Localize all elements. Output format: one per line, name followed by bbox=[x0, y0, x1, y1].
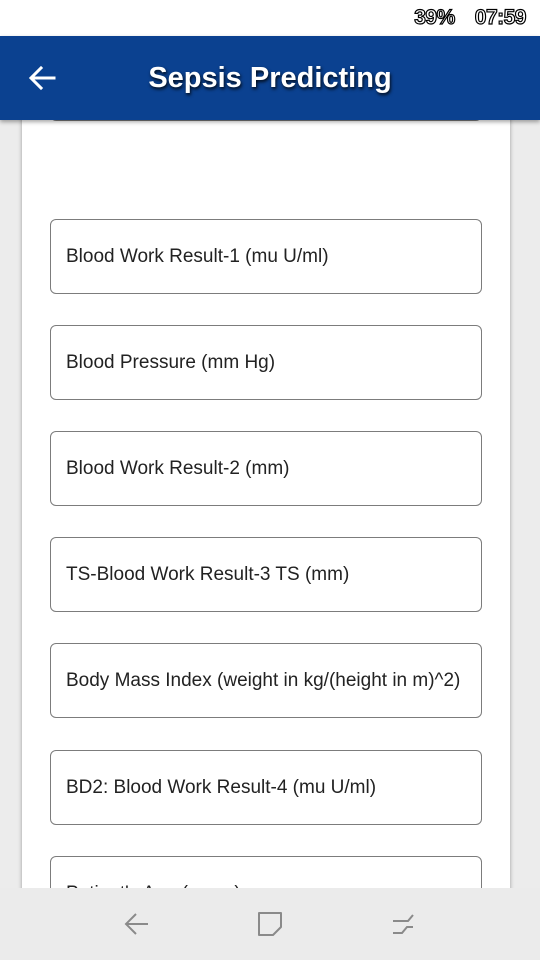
blood-work-2-input[interactable] bbox=[66, 457, 481, 480]
plasma-glucose-field[interactable] bbox=[50, 120, 482, 121]
blood-work-4-field[interactable] bbox=[50, 750, 482, 825]
nav-back-icon bbox=[124, 913, 148, 935]
battery-level: 39% bbox=[414, 5, 456, 29]
back-button[interactable] bbox=[0, 36, 84, 120]
blood-work-3-field[interactable] bbox=[50, 537, 482, 612]
blood-work-1-input[interactable] bbox=[66, 245, 481, 268]
blood-work-2-field[interactable] bbox=[50, 431, 482, 506]
form-scroll-area[interactable] bbox=[0, 120, 540, 888]
bmi-input[interactable] bbox=[66, 669, 481, 692]
blood-work-1-field[interactable] bbox=[50, 219, 482, 294]
app-bar: Sepsis Predicting bbox=[0, 36, 540, 120]
blood-work-4-input[interactable] bbox=[66, 776, 481, 799]
nav-back-button[interactable] bbox=[107, 894, 167, 954]
clock: 07:59 bbox=[474, 5, 527, 29]
nav-recents-icon bbox=[393, 914, 415, 934]
arrow-left-icon bbox=[28, 65, 56, 91]
blood-pressure-field[interactable] bbox=[50, 325, 482, 400]
blood-pressure-input[interactable] bbox=[66, 351, 481, 374]
blood-work-3-input[interactable] bbox=[66, 563, 481, 586]
nav-home-icon bbox=[257, 912, 282, 936]
age-field[interactable] bbox=[50, 856, 482, 888]
status-bar: 39% 07:59 bbox=[0, 0, 540, 36]
nav-home-button[interactable] bbox=[240, 894, 300, 954]
system-nav-bar bbox=[0, 888, 540, 960]
bmi-field[interactable] bbox=[50, 643, 482, 718]
nav-recents-button[interactable] bbox=[373, 894, 433, 954]
form-card bbox=[22, 120, 510, 888]
